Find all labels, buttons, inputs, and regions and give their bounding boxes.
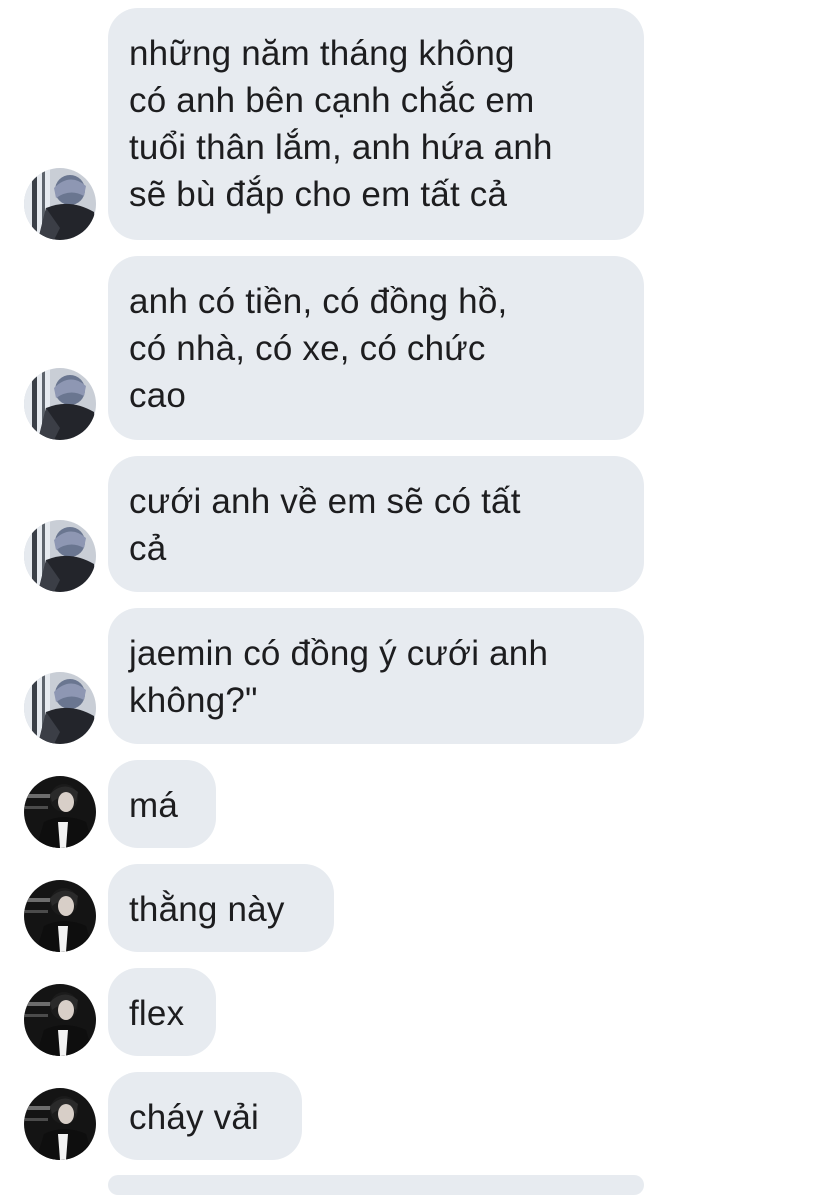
message-bubble[interactable]: jaemin có đồng ý cưới anh không?" bbox=[108, 608, 644, 744]
chat-thread: những năm tháng không có anh bên cạnh ch… bbox=[0, 0, 828, 1195]
next-message-bubble-partial bbox=[108, 1175, 644, 1195]
avatar-icon[interactable] bbox=[24, 672, 96, 744]
message-bubble[interactable]: thằng này bbox=[108, 864, 334, 952]
avatar-icon[interactable] bbox=[24, 1088, 96, 1160]
avatar-icon[interactable] bbox=[24, 168, 96, 240]
message-bubble[interactable]: cưới anh về em sẽ có tất cả bbox=[108, 456, 644, 592]
message-bubble[interactable]: má bbox=[108, 760, 216, 848]
message-bubble[interactable]: cháy vải bbox=[108, 1072, 302, 1160]
message-bubble[interactable]: flex bbox=[108, 968, 216, 1056]
avatar-icon[interactable] bbox=[24, 520, 96, 592]
avatar-icon[interactable] bbox=[24, 984, 96, 1056]
avatar-icon[interactable] bbox=[24, 880, 96, 952]
avatar-icon[interactable] bbox=[24, 368, 96, 440]
message-bubble[interactable]: anh có tiền, có đồng hồ, có nhà, có xe, … bbox=[108, 256, 644, 440]
avatar-icon[interactable] bbox=[24, 776, 96, 848]
message-bubble[interactable]: những năm tháng không có anh bên cạnh ch… bbox=[108, 8, 644, 240]
